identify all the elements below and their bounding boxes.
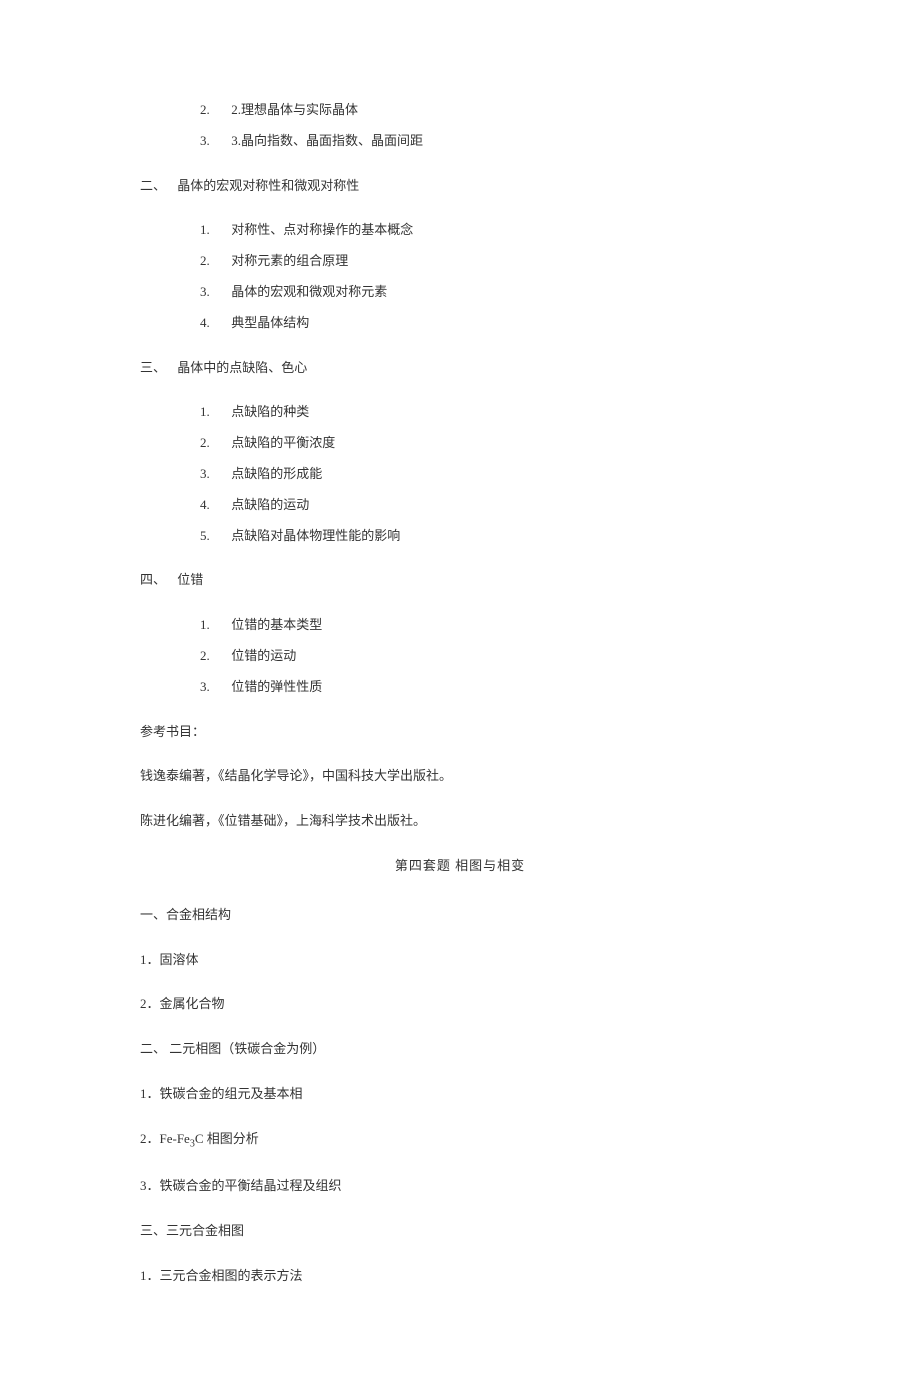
item-number: 1. xyxy=(200,220,228,241)
set4-s3-i1: 1．三元合金相图的表示方法 xyxy=(140,1266,780,1287)
list-item: 5. 点缺陷对晶体物理性能的影响 xyxy=(200,526,780,547)
item-number: 3. xyxy=(200,677,228,698)
section-4-list: 1. 位错的基本类型 2. 位错的运动 3. 位错的弹性性质 xyxy=(200,615,780,697)
section-3-list: 1. 点缺陷的种类 2. 点缺陷的平衡浓度 3. 点缺陷的形成能 4. 点缺陷的… xyxy=(200,402,780,546)
item-number: 3. xyxy=(200,131,228,152)
item-number: 1. xyxy=(200,402,228,423)
set4-s1-i2: 2．金属化合物 xyxy=(140,994,780,1015)
item-text: 晶体的宏观和微观对称元素 xyxy=(231,284,387,299)
item-text: 位错的运动 xyxy=(231,648,296,663)
list-item: 1. 点缺陷的种类 xyxy=(200,402,780,423)
list-item: 2. 对称元素的组合原理 xyxy=(200,251,780,272)
list-item: 3. 点缺陷的形成能 xyxy=(200,464,780,485)
i2-post: C 相图分析 xyxy=(195,1131,259,1146)
list-item: 1. 位错的基本类型 xyxy=(200,615,780,636)
set4-title: 第四套题 相图与相变 xyxy=(140,856,780,877)
list-item: 3. 3.晶向指数、晶面指数、晶面间距 xyxy=(200,131,780,152)
item-text: 点缺陷的运动 xyxy=(231,497,309,512)
list-item: 2. 2.理想晶体与实际晶体 xyxy=(200,100,780,121)
set4-s2-i1: 1．铁碳合金的组元及基本相 xyxy=(140,1084,780,1105)
item-number: 1. xyxy=(200,615,228,636)
item-text: 对称性、点对称操作的基本概念 xyxy=(231,222,413,237)
reference-2: 陈进化编著，《位错基础》，上海科学技术出版社。 xyxy=(140,811,780,832)
item-text: 3.晶向指数、晶面指数、晶面间距 xyxy=(231,133,423,148)
set4-s2-heading: 二、 二元相图（铁碳合金为例） xyxy=(140,1039,780,1060)
list-item: 2. 点缺陷的平衡浓度 xyxy=(200,433,780,454)
item-text: 典型晶体结构 xyxy=(231,315,309,330)
item-number: 4. xyxy=(200,313,228,334)
item-number: 3. xyxy=(200,464,228,485)
section-heading-4: 四、 位错 xyxy=(140,570,780,591)
list-item: 4. 点缺陷的运动 xyxy=(200,495,780,516)
item-text: 点缺陷对晶体物理性能的影响 xyxy=(231,528,400,543)
set4-s3-heading: 三、三元合金相图 xyxy=(140,1221,780,1242)
section-label: 二、 xyxy=(140,178,166,193)
i2-pre: 2．Fe-Fe xyxy=(140,1131,190,1146)
item-text: 点缺陷的种类 xyxy=(231,404,309,419)
set4-s2-i3: 3．铁碳合金的平衡结晶过程及组织 xyxy=(140,1176,780,1197)
set4-s1-heading: 一、合金相结构 xyxy=(140,905,780,926)
reference-1: 钱逸泰编著，《结晶化学导论》，中国科技大学出版社。 xyxy=(140,766,780,787)
item-number: 3. xyxy=(200,282,228,303)
list-item: 1. 对称性、点对称操作的基本概念 xyxy=(200,220,780,241)
item-text: 点缺陷的平衡浓度 xyxy=(231,435,335,450)
section-title: 晶体中的点缺陷、色心 xyxy=(177,360,307,375)
item-text: 点缺陷的形成能 xyxy=(231,466,322,481)
set4-s1-i1: 1．固溶体 xyxy=(140,950,780,971)
section-heading-3: 三、 晶体中的点缺陷、色心 xyxy=(140,358,780,379)
section-heading-2: 二、 晶体的宏观对称性和微观对称性 xyxy=(140,176,780,197)
item-number: 2. xyxy=(200,646,228,667)
item-number: 2. xyxy=(200,100,228,121)
list-item: 2. 位错的运动 xyxy=(200,646,780,667)
item-number: 2. xyxy=(200,251,228,272)
set4-s2-i2: 2．Fe-Fe3C 相图分析 xyxy=(140,1129,780,1153)
item-text: 位错的基本类型 xyxy=(231,617,322,632)
item-text: 对称元素的组合原理 xyxy=(231,253,348,268)
section-label: 三、 xyxy=(140,360,166,375)
section-label: 四、 xyxy=(140,572,166,587)
list-item: 4. 典型晶体结构 xyxy=(200,313,780,334)
item-number: 5. xyxy=(200,526,228,547)
item-number: 4. xyxy=(200,495,228,516)
references-label: 参考书目： xyxy=(140,722,780,743)
section-title: 晶体的宏观对称性和微观对称性 xyxy=(177,178,359,193)
list-item: 3. 晶体的宏观和微观对称元素 xyxy=(200,282,780,303)
item-text: 位错的弹性性质 xyxy=(231,679,322,694)
list-item: 3. 位错的弹性性质 xyxy=(200,677,780,698)
top-list: 2. 2.理想晶体与实际晶体 3. 3.晶向指数、晶面指数、晶面间距 xyxy=(200,100,780,152)
item-number: 2. xyxy=(200,433,228,454)
section-2-list: 1. 对称性、点对称操作的基本概念 2. 对称元素的组合原理 3. 晶体的宏观和… xyxy=(200,220,780,333)
item-text: 2.理想晶体与实际晶体 xyxy=(231,102,358,117)
section-title: 位错 xyxy=(177,572,203,587)
